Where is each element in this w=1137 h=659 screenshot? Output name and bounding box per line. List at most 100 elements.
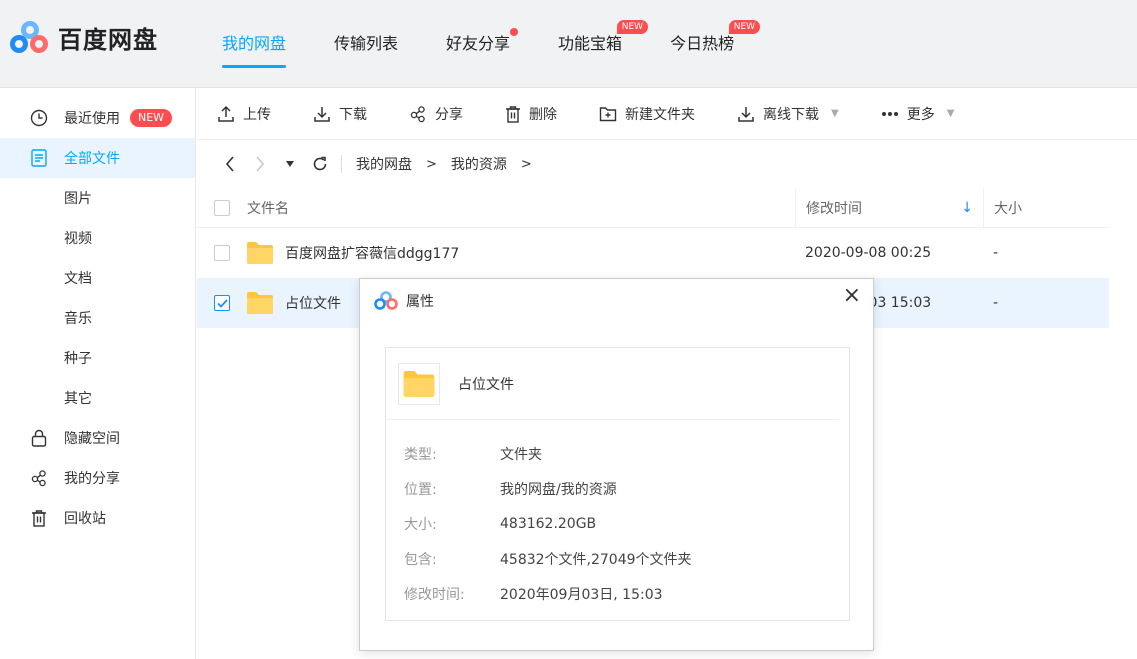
folder-icon (247, 242, 273, 264)
column-header-label: 文件名 (247, 200, 289, 217)
offline-download-label: 离线下载 (763, 106, 819, 123)
table-row[interactable]: 百度网盘扩容薇信ddgg177 2020-09-08 00:25 - (197, 228, 1109, 278)
new-badge: NEW (728, 20, 761, 34)
tab-label: 我的网盘 (222, 34, 287, 53)
file-name[interactable]: 百度网盘扩容薇信ddgg177 (285, 243, 459, 263)
tab-friend-share[interactable]: 好友分享 (446, 28, 519, 68)
column-header-size[interactable]: 大小 (983, 187, 1109, 228)
sidebar-item-other[interactable]: 其它 (0, 378, 195, 418)
breadcrumb: 我的网盘 > 我的资源 > (197, 140, 1137, 188)
more-button[interactable]: 更多 ▼ (881, 104, 955, 124)
sidebar-item-images[interactable]: 图片 (0, 178, 195, 218)
chevron-right-icon (256, 156, 265, 172)
share-label: 分享 (435, 106, 463, 123)
select-all-checkbox[interactable] (214, 199, 230, 216)
tab-my-netdisk[interactable]: 我的网盘 (222, 30, 287, 68)
history-dropdown-button[interactable] (275, 161, 305, 167)
row-checkbox[interactable] (214, 295, 230, 311)
breadcrumb-item-my-resources[interactable]: 我的资源 (451, 154, 507, 174)
sidebar-item-recent[interactable]: 最近使用 NEW (0, 98, 195, 138)
sidebar-item-label: 隐藏空间 (64, 431, 120, 447)
tab-toolbox[interactable]: 功能宝箱 NEW (558, 20, 649, 68)
top-header: 百度网盘 我的网盘 传输列表 好友分享 功能宝箱 NEW 今日热榜 NEW (0, 0, 1137, 88)
more-icon (881, 111, 898, 116)
baidu-netdisk-logo-icon (374, 291, 398, 310)
sidebar-item-docs[interactable]: 文档 (0, 258, 195, 298)
property-contains: 包含: 45832个文件,27049个文件夹 (386, 541, 849, 576)
property-value: 483162.20GB (500, 515, 597, 532)
column-header-name[interactable]: 文件名 (247, 198, 795, 218)
baidu-netdisk-logo-icon (10, 20, 50, 55)
sidebar-item-all-files[interactable]: 全部文件 (0, 138, 195, 178)
breadcrumb-separator: > (520, 156, 532, 172)
row-checkbox[interactable] (214, 245, 230, 261)
sidebar-item-label: 图片 (64, 191, 92, 207)
tab-label: 传输列表 (334, 34, 399, 53)
properties-dialog: 属性 × 占位文件 类型: 文件夹 位置: 我的网盘/我的资源 大小: 4831… (359, 278, 874, 651)
app-logo[interactable]: 百度网盘 (10, 20, 158, 55)
back-button[interactable] (215, 156, 245, 172)
property-value: 2020年09月03日, 15:03 (500, 586, 663, 603)
chevron-down-icon: ▼ (831, 108, 839, 119)
tab-transfer-list[interactable]: 传输列表 (334, 30, 398, 68)
property-value: 45832个文件,27049个文件夹 (500, 551, 692, 568)
folder-icon (403, 370, 435, 397)
forward-button[interactable] (245, 156, 275, 172)
brand-name: 百度网盘 (58, 26, 158, 54)
sidebar-item-label: 音乐 (64, 311, 92, 327)
delete-button[interactable]: 删除 (505, 104, 557, 124)
tab-hot-list[interactable]: 今日热榜 NEW (670, 20, 761, 68)
property-modified: 修改时间: 2020年09月03日, 15:03 (386, 576, 849, 611)
close-icon[interactable]: × (843, 283, 861, 309)
new-badge: NEW (130, 109, 173, 127)
lock-icon (28, 427, 50, 449)
file-size: - (993, 245, 999, 261)
clock-icon (28, 107, 50, 129)
tab-label: 今日热榜 (670, 34, 735, 53)
offline-download-button[interactable]: 离线下载 ▼ (737, 104, 839, 124)
share-button[interactable]: 分享 (409, 104, 463, 124)
new-folder-label: 新建文件夹 (625, 106, 695, 123)
column-header-modified[interactable]: 修改时间 ↓ (795, 187, 983, 228)
checkmark-icon (216, 298, 228, 308)
share-icon (410, 105, 425, 122)
file-summary: 占位文件 (386, 348, 839, 420)
sidebar-item-music[interactable]: 音乐 (0, 298, 195, 338)
refresh-button[interactable] (305, 156, 335, 172)
more-label: 更多 (906, 106, 935, 123)
caret-down-icon (286, 161, 294, 167)
breadcrumb-separator: > (426, 156, 437, 172)
property-type: 类型: 文件夹 (386, 436, 849, 471)
sidebar-item-label: 我的分享 (64, 471, 120, 487)
tab-label: 好友分享 (446, 34, 511, 53)
chevron-down-icon: ▼ (946, 108, 955, 119)
new-folder-icon (599, 106, 617, 121)
sidebar-item-torrents[interactable]: 种子 (0, 338, 195, 378)
download-button[interactable]: 下载 (313, 104, 367, 124)
property-key: 类型: (404, 446, 437, 463)
toolbar: 上传 下载 分享 删除 新建文件夹 离线下载 ▼ 更多 ▼ (197, 88, 1137, 140)
main-nav: 我的网盘 传输列表 好友分享 功能宝箱 NEW 今日热榜 NEW (222, 20, 782, 68)
download-icon (314, 106, 330, 122)
breadcrumb-item-my-netdisk[interactable]: 我的网盘 (356, 154, 412, 174)
sidebar-item-videos[interactable]: 视频 (0, 218, 195, 258)
property-key: 修改时间: (404, 586, 465, 603)
property-value: 我的网盘/我的资源 (500, 481, 617, 498)
sidebar: 最近使用 NEW 全部文件 图片 视频 文档 音乐 种子 其它 隐藏空间 我的分… (0, 88, 196, 659)
new-badge: NEW (616, 20, 649, 34)
upload-button[interactable]: 上传 (217, 104, 271, 124)
dialog-title: 属性 (406, 294, 434, 310)
sidebar-item-my-shares[interactable]: 我的分享 (0, 458, 195, 498)
sidebar-item-label: 最近使用 (64, 111, 120, 127)
dialog-header[interactable]: 属性 (360, 279, 873, 323)
dialog-file-name: 占位文件 (458, 376, 514, 393)
file-name[interactable]: 占位文件 (285, 293, 341, 313)
table-header: 文件名 修改时间 ↓ 大小 (197, 187, 1109, 228)
divider (341, 155, 342, 173)
new-folder-button[interactable]: 新建文件夹 (599, 104, 695, 124)
column-header-label: 修改时间 (806, 200, 862, 217)
offline-download-icon (738, 106, 754, 122)
sidebar-item-recycle-bin[interactable]: 回收站 (0, 498, 195, 538)
trash-icon (506, 105, 520, 123)
sidebar-item-hidden-space[interactable]: 隐藏空间 (0, 418, 195, 458)
